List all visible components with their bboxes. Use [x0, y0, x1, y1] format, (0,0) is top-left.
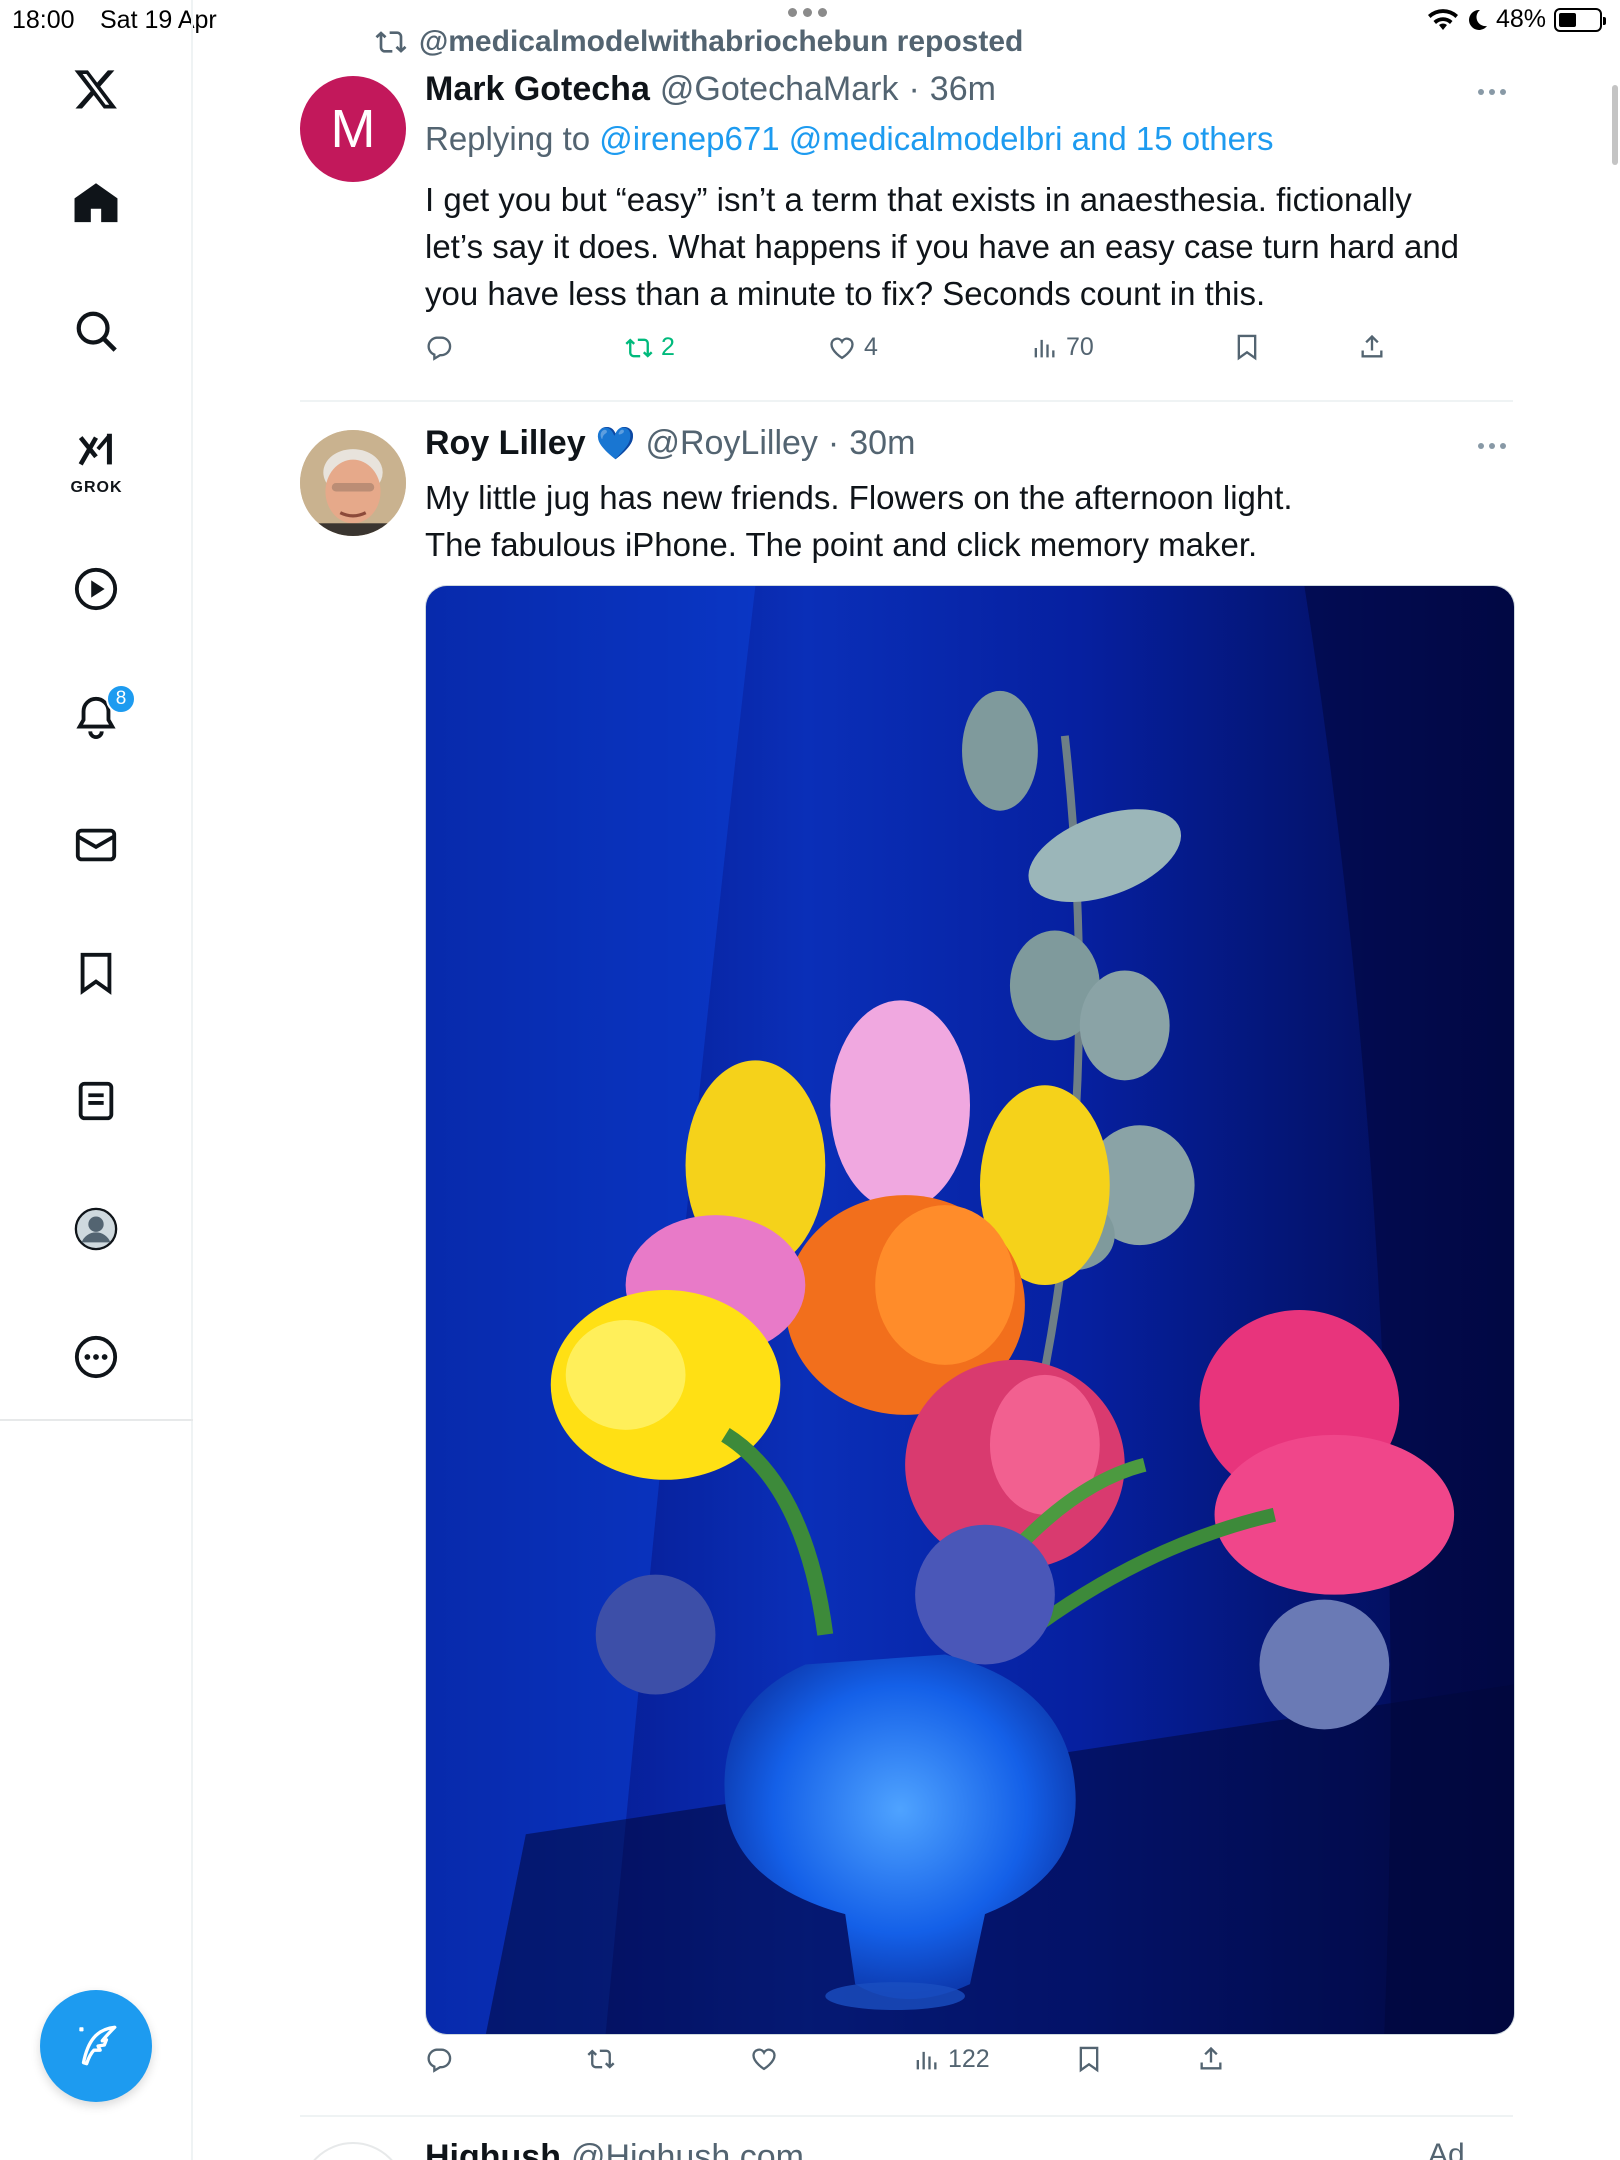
views-icon [916, 2051, 937, 2069]
moon-icon [1468, 9, 1487, 30]
list-icon[interactable] [55, 1060, 137, 1142]
profile-icon[interactable] [55, 1188, 137, 1270]
tweet-header: Roy Lilley 💙 @RoyLilley · 30m [425, 424, 915, 463]
share-icon [1361, 334, 1383, 358]
bookmark-button[interactable] [1075, 2045, 1103, 2073]
like-button[interactable] [750, 2045, 778, 2073]
reply-button[interactable] [425, 333, 453, 361]
heart-icon [752, 2048, 776, 2071]
tweet-image[interactable] [425, 585, 1515, 2035]
like-button[interactable]: 4 [828, 333, 878, 362]
bookmark-button[interactable] [1233, 333, 1261, 361]
display-name[interactable]: Mark Gotecha [425, 70, 650, 109]
tweet-header: Highush @Highush.com [425, 2138, 804, 2160]
retweet-icon [625, 338, 653, 358]
handle[interactable]: @RoyLilley [645, 424, 817, 463]
avatar[interactable]: M [300, 76, 406, 182]
tweet-header: Mark Gotecha @GotechaMark · 36m [425, 70, 996, 109]
handle[interactable]: @Highush.com [571, 2138, 804, 2160]
home-icon[interactable] [55, 162, 137, 244]
scrollbar[interactable] [1612, 85, 1618, 165]
multitasking-dots-icon[interactable] [788, 8, 827, 17]
replying-prefix: Replying to [425, 120, 591, 157]
handle[interactable]: @GotechaMark [660, 70, 899, 109]
status-indicators: 48% [1427, 5, 1606, 34]
share-button[interactable] [1197, 2045, 1225, 2073]
display-name[interactable]: Highush [425, 2138, 561, 2160]
repost-banner[interactable]: @medicalmodelwithabriochebun reposted [375, 25, 1023, 59]
x-logo-icon[interactable] [55, 48, 137, 130]
feather-plus-icon [79, 2025, 117, 2066]
retweet-count: 2 [661, 333, 675, 361]
bookmark-icon [1237, 334, 1257, 361]
more-options-icon[interactable] [1478, 443, 1506, 449]
retweet-button[interactable] [587, 2045, 615, 2073]
tweet-actions: 122 [425, 2045, 1515, 2095]
avatar-letter: M [330, 99, 376, 159]
heart-icon [830, 337, 854, 359]
ad-label: Ad [1428, 2138, 1465, 2160]
bookmark-icon [1079, 2046, 1099, 2073]
repost-banner-text: @medicalmodelwithabriochebun reposted [419, 25, 1024, 58]
replying-to: Replying to @irenep671 @medicalmodelbri … [425, 120, 1274, 158]
reply-icon [427, 336, 452, 361]
retweet-icon [587, 2049, 615, 2069]
mail-icon[interactable] [55, 804, 137, 886]
sidebar: GROK 8 [0, 0, 193, 2160]
tweet-divider [300, 2115, 1513, 2117]
timestamp[interactable]: 30m [849, 424, 915, 463]
reply-icon [427, 2048, 452, 2073]
views-count: 70 [1066, 333, 1094, 361]
avatar[interactable] [300, 2142, 406, 2160]
views-button[interactable]: 70 [1030, 333, 1094, 362]
separator-dot: · [827, 424, 840, 462]
tweet-divider [300, 400, 1513, 402]
views-icon [1034, 339, 1055, 357]
retweet-button[interactable]: 2 [625, 333, 675, 362]
share-button[interactable] [1358, 333, 1386, 361]
timestamp[interactable]: 36m [930, 70, 996, 109]
display-name[interactable]: Roy Lilley [425, 424, 586, 463]
views-button[interactable]: 122 [912, 2045, 990, 2074]
wifi-icon [1427, 8, 1458, 30]
share-icon [1200, 2046, 1222, 2070]
compose-post-button[interactable] [40, 1990, 152, 2102]
sidebar-divider [0, 1419, 193, 1421]
grok-label: GROK [70, 479, 123, 496]
search-icon[interactable] [55, 290, 137, 372]
repost-icon [375, 31, 407, 53]
tweet-actions: 2 4 70 [425, 333, 1515, 383]
play-icon[interactable] [55, 548, 137, 630]
avatar[interactable] [300, 430, 406, 536]
more-icon[interactable] [55, 1316, 137, 1398]
like-count: 4 [864, 333, 878, 361]
separator-dot: · [908, 70, 920, 108]
roy-lilley-photo [300, 430, 406, 536]
reply-button[interactable] [425, 2045, 453, 2073]
tweet-text: I get you but “easy” isn’t a term that e… [425, 181, 1460, 312]
heart-emoji: 💙 [595, 425, 636, 461]
flower-vase-photo [426, 586, 1514, 2034]
bookmark-icon[interactable] [55, 932, 137, 1014]
battery-icon [1554, 7, 1606, 32]
tweet-text: My little jug has new friends. Flowers o… [425, 479, 1293, 563]
replying-links[interactable]: @irenep671 @medicalmodelbri and 15 other… [599, 120, 1273, 157]
battery-percent: 48% [1495, 5, 1546, 33]
more-options-icon[interactable] [1478, 89, 1506, 95]
notification-badge: 8 [106, 684, 136, 714]
views-count: 122 [948, 2045, 990, 2073]
